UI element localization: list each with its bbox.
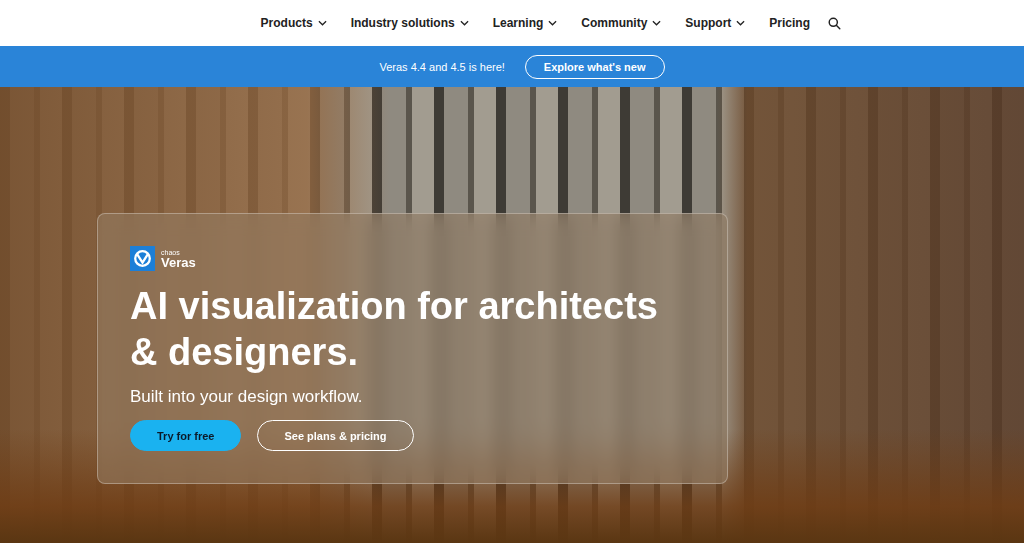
nav-link-label: Community [581,16,647,30]
hero-photo: chaosVeras AI visualization for architect… [0,87,1024,543]
veras-logo: chaosVeras [130,246,695,271]
banner-text: Veras 4.4 and 4.5 is here! [379,61,504,73]
explore-button[interactable]: Explore what's new [525,55,665,79]
hero-subtitle: Built into your design workflow. [130,387,695,407]
hero-actions: Try for free See plans & pricing [130,420,695,451]
logo-product: Veras [161,256,196,269]
chevron-down-icon [652,20,661,26]
announcement-banner: Veras 4.4 and 4.5 is here! Explore what's… [0,46,1024,87]
hero-button[interactable]: Try for free [130,420,241,451]
nav-link[interactable]: Community [581,16,661,30]
hero-title: AI visualization for architects & design… [130,283,690,375]
nav-links: Products Industry solutions Learning Commun… [261,16,841,30]
nav-link[interactable]: Industry solutions [351,16,469,30]
hero-button[interactable]: See plans & pricing [257,420,413,451]
nav-link-label: Support [685,16,731,30]
veras-logo-icon [130,246,155,271]
nav-link-label: Learning [493,16,544,30]
chevron-down-icon [548,20,557,26]
hero-card: chaosVeras AI visualization for architect… [97,213,728,484]
page: Products Industry solutions Learning Commun… [0,0,1024,543]
nav-link-label: Products [261,16,313,30]
nav-link[interactable]: Pricing [769,16,810,30]
nav-link-label: Pricing [769,16,810,30]
chevron-down-icon [460,20,469,26]
nav-link[interactable]: Support [685,16,745,30]
nav-link[interactable]: Products [261,16,327,30]
nav-link-label: Industry solutions [351,16,455,30]
chevron-down-icon [318,20,327,26]
chevron-down-icon [736,20,745,26]
logo-brand: chaos [161,249,196,256]
nav-link[interactable]: Learning [493,16,558,30]
top-nav: Products Industry solutions Learning Commun… [0,0,1024,46]
search-icon[interactable] [828,17,841,30]
logo-text: chaosVeras [161,249,196,269]
